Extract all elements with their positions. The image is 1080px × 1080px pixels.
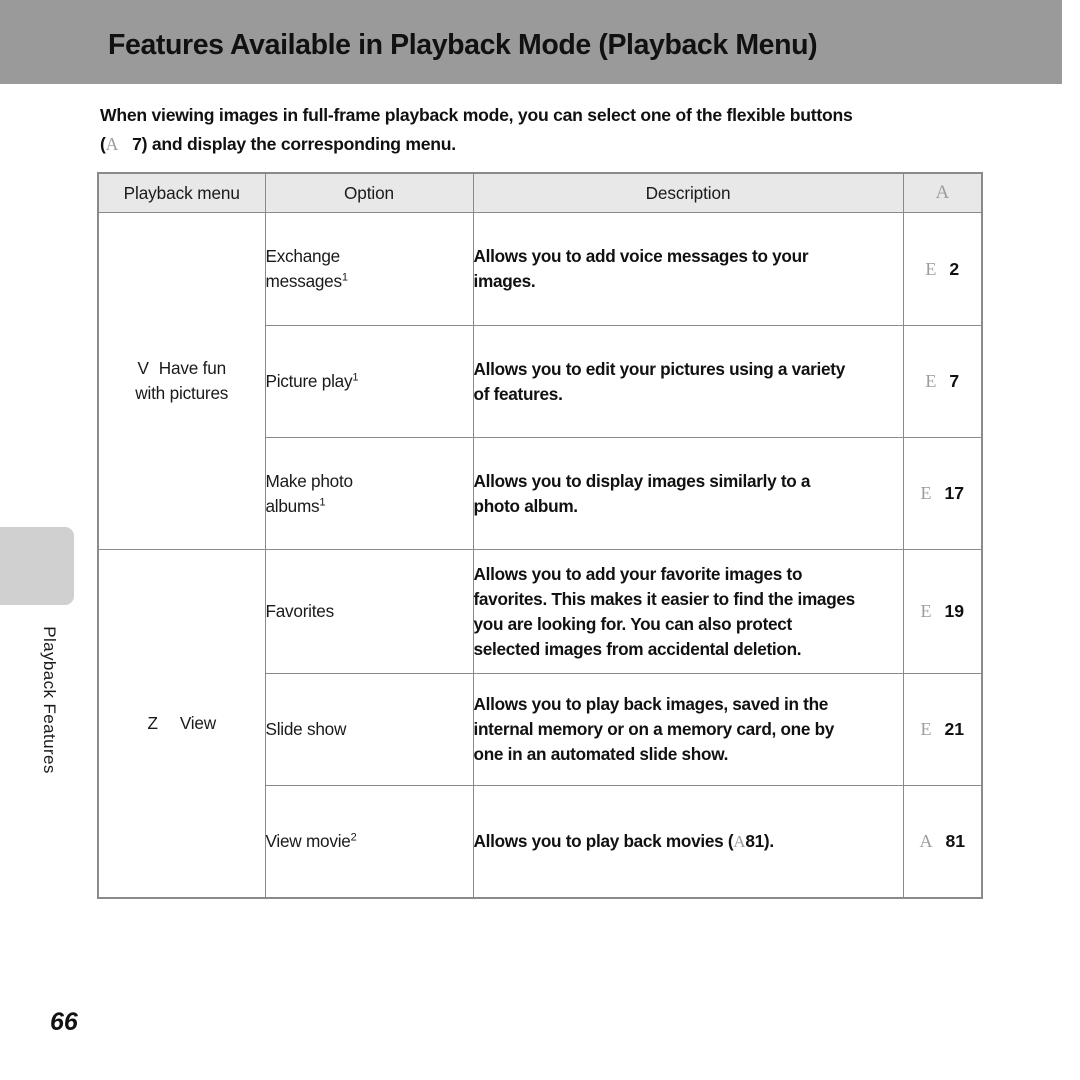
footnote-marker: 1 [352,371,359,384]
option-slide-show: Slide show [264,673,474,786]
description-line-1: Allows you to play back images, saved in… [473,694,829,714]
reference-exchange-messages: E2 [902,212,983,326]
playback-menu-table-wrapper: Playback menu Option Description A V Have… [97,172,983,899]
reference-slide-show: E 21 [902,673,983,786]
reference-view-movie: A 81 [902,785,983,898]
description-line-4: selected images from accidental deletion… [473,638,802,659]
description-line-1: Allows you to edit your pictures using a… [473,358,846,379]
description-line-2: internal memory or on a memory card, one… [473,719,835,739]
flexible-button-symbol-icon: A [105,134,119,154]
description-inline-page: 81 [745,830,764,851]
reference-symbol-icon: E [925,258,937,279]
reference-picture-play: E7 [902,325,983,438]
description-slide-show: Allows you to play back images, saved in… [472,673,904,786]
view-group-symbol-icon: Z [147,712,159,733]
description-suffix: ). [763,830,774,851]
reference-page: 7 [949,371,960,391]
table-row: V Have fun with pictures Exchange messages1… [97,212,983,550]
reference-page: 21 [944,719,965,739]
intro-line-2-suffix: ) and display the corresponding menu. [141,134,457,154]
menu-group-label-line1: View [179,712,216,733]
option-favorites: Favorites [264,549,474,674]
option-exchange-messages: Exchange messages1 [264,212,474,326]
reference-page: 2 [949,258,960,279]
option-view-movie: View movie2 [264,785,474,898]
section-thumb-tab [0,527,74,605]
table-header-row: Playback menu Option Description A [97,172,983,213]
menu-group-have-fun-with-pictures: V Have fun with pictures [97,212,266,550]
description-line-2: of features. [473,383,563,404]
have-fun-group-symbol-icon: V [137,358,149,378]
page-title: Features Available in Playback Mode (Pla… [108,29,818,61]
column-header-reference-icon: A [902,172,983,213]
reference-symbol-icon: E [920,601,932,621]
description-line-1: Allows you to display images similarly t… [473,470,811,491]
column-header-description: Description [472,172,904,213]
description-line-3: you are looking for. You can also protec… [473,613,793,634]
description-picture-play: Allows you to edit your pictures using a… [472,325,904,438]
option-label-line1: Exchange [265,246,341,266]
description-favorites: Allows you to add your favorite images t… [472,549,904,674]
reference-symbol-icon: A [919,830,933,851]
option-make-photo-albums: Make photo albums1 [264,437,474,550]
description-line-3: one in an automated slide show. [473,744,729,764]
reference-symbol-icon: E [920,719,932,739]
column-header-playback-menu: Playback menu [97,172,266,213]
option-label-line1: Make photo [265,470,354,491]
menu-group-view: Z View [97,549,266,898]
description-view-movie: Allows you to play back movies (A81). [472,785,904,898]
menu-group-label-line1: Have fun [158,358,226,378]
intro-line-1: When viewing images in full-frame playba… [100,105,853,125]
description-line-2: favorites. This makes it easier to find … [473,588,856,609]
footnote-marker: 1 [319,495,326,508]
description-line-1: Allows you to add voice messages to your [473,246,809,266]
description-exchange-messages: Allows you to add voice messages to your… [472,212,904,326]
option-label-line2: messages [265,271,343,291]
reference-page: 17 [944,483,965,503]
column-header-option: Option [264,172,474,213]
option-label-line1: Picture play [265,371,353,391]
option-label-line1: Favorites [265,601,335,621]
reference-page: 19 [944,601,965,621]
option-label-line2: albums [265,495,320,516]
reference-make-photo-albums: E 17 [902,437,983,550]
intro-paragraph: When viewing images in full-frame playba… [100,101,992,159]
playback-menu-table: Playback menu Option Description A V Have… [97,172,983,899]
description-prefix: Allows you to play back movies ( [473,830,734,851]
reference-page: 81 [945,830,966,851]
section-thumb-label: Playback Features [40,626,59,774]
option-label-line1: View movie [265,830,351,851]
option-picture-play: Picture play1 [264,325,474,438]
reference-favorites: E 19 [902,549,983,674]
table-row: Z View Favorites Allows you to add your f… [97,549,983,898]
description-make-photo-albums: Allows you to display images similarly t… [472,437,904,550]
reference-symbol-icon: E [925,371,937,391]
page-number: 66 [50,1008,78,1036]
menu-group-label-line2: with pictures [135,383,229,403]
intro-page-ref: 7 [132,134,142,154]
footnote-marker: 2 [350,831,357,844]
description-line-2: photo album. [473,495,579,516]
option-label-line1: Slide show [265,719,347,739]
description-line-1: Allows you to add your favorite images t… [473,563,803,584]
reference-symbol-icon: E [920,483,932,503]
description-line-2: images. [473,271,536,291]
description-inline-symbol-icon: A [733,831,746,851]
footnote-marker: 1 [341,271,348,284]
page-title-banner: Features Available in Playback Mode (Pla… [0,0,1062,84]
